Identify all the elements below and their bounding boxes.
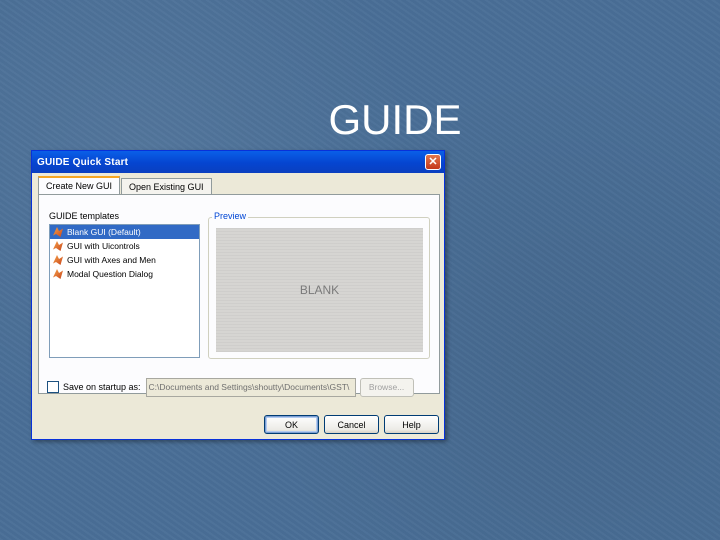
templates-label: GUIDE templates: [49, 211, 120, 221]
ok-button[interactable]: OK: [264, 415, 319, 434]
preview-label: Preview: [212, 211, 249, 221]
tab-open-existing-gui[interactable]: Open Existing GUI: [121, 178, 212, 194]
dialog-buttons: OK Cancel Help: [259, 415, 439, 434]
create-new-gui-panel: GUIDE templates Blank GUI (Default) GUI …: [38, 194, 440, 394]
preview-area: BLANK: [216, 228, 423, 352]
cancel-button[interactable]: Cancel: [324, 415, 379, 434]
matlab-icon: [53, 255, 63, 265]
preview-text: BLANK: [299, 283, 340, 297]
guide-quick-start-dialog: GUIDE Quick Start ✕ Create New GUI Open …: [31, 150, 445, 440]
matlab-icon: [53, 269, 63, 279]
list-item-blank-gui[interactable]: Blank GUI (Default): [50, 225, 199, 239]
save-path-field[interactable]: C:\Documents and Settings\shoutty\Docume…: [145, 377, 356, 397]
browse-button[interactable]: Browse...: [359, 377, 414, 397]
dialog-title: GUIDE Quick Start: [37, 156, 129, 168]
matlab-icon: [53, 227, 63, 237]
tab-strip: Create New GUI Open Existing GUI: [38, 176, 213, 194]
help-button[interactable]: Help: [384, 415, 439, 434]
save-on-startup-row: Save on startup as: C:\Documents and Set…: [47, 377, 433, 397]
templates-list[interactable]: Blank GUI (Default) GUI with Uicontrols …: [49, 224, 200, 358]
list-item-label: GUI with Uicontrols: [67, 241, 140, 251]
save-on-startup-checkbox[interactable]: [47, 381, 59, 393]
save-on-startup-label: Save on startup as:: [63, 382, 141, 392]
close-button[interactable]: ✕: [425, 154, 441, 170]
dialog-titlebar[interactable]: GUIDE Quick Start ✕: [32, 151, 444, 173]
list-item-label: GUI with Axes and Men: [67, 255, 156, 265]
list-item-label: Blank GUI (Default): [67, 227, 141, 237]
list-item-gui-with-axes-and-menu[interactable]: GUI with Axes and Men: [50, 253, 199, 267]
tab-create-new-gui[interactable]: Create New GUI: [38, 176, 121, 194]
list-item-modal-question-dialog[interactable]: Modal Question Dialog: [50, 267, 199, 281]
preview-group: Preview BLANK: [208, 211, 430, 359]
matlab-icon: [53, 241, 63, 251]
slide-title: GUIDE: [328, 96, 462, 143]
close-icon: ✕: [428, 155, 438, 168]
list-item-gui-with-uicontrols[interactable]: GUI with Uicontrols: [50, 239, 199, 253]
list-item-label: Modal Question Dialog: [67, 269, 153, 279]
